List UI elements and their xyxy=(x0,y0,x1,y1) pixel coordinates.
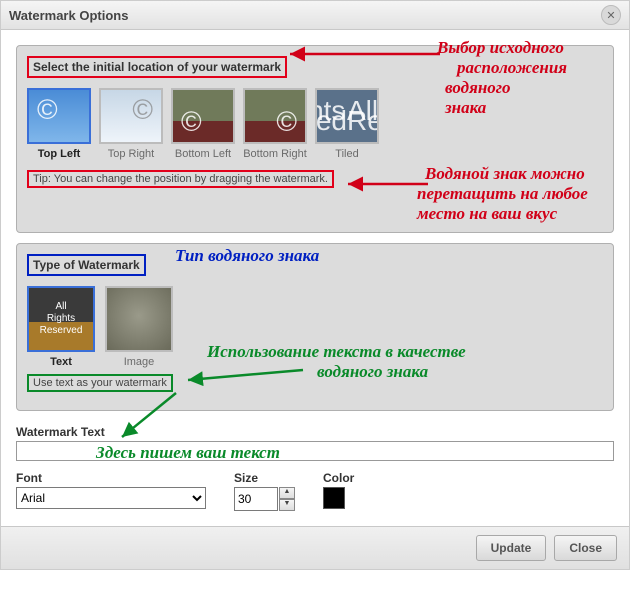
close-icon[interactable]: ✕ xyxy=(601,5,621,25)
thumbnail-image: All Rights Reserved xyxy=(27,286,95,352)
close-button[interactable]: Close xyxy=(554,535,617,561)
type-panel: Type of Watermark Тип водяного знака All… xyxy=(16,243,614,411)
chevron-up-icon[interactable]: ▲ xyxy=(279,487,295,499)
thumbnail-label: Bottom Right xyxy=(243,148,307,160)
size-stepper[interactable]: ▲▼ xyxy=(279,487,295,511)
location-option-top-right[interactable]: © Top Right xyxy=(99,88,163,160)
annotation-text: Выбор исходного xyxy=(437,38,564,58)
dialog-body: Select the initial location of your wate… xyxy=(1,30,629,526)
thumbnail-label: Tiled xyxy=(315,148,379,160)
font-select[interactable]: Arial xyxy=(16,487,206,509)
type-tip: Use text as your watermark xyxy=(27,374,173,392)
thumbnail-image: © xyxy=(171,88,235,144)
annotation-arrow xyxy=(285,44,445,66)
thumbnail-label: Top Left xyxy=(27,148,91,160)
dialog-footer: Update Close xyxy=(1,526,629,569)
type-thumbnails: All Rights Reserved Text Image xyxy=(27,286,603,368)
type-option-image[interactable]: Image xyxy=(105,286,173,368)
type-heading: Type of Watermark xyxy=(27,254,146,276)
watermark-text-label: Watermark Text xyxy=(16,425,614,439)
font-size-color-row: Font Arial Size ▲▼ Color xyxy=(16,471,614,511)
location-tip: Tip: You can change the position by drag… xyxy=(27,170,334,188)
location-option-bottom-left[interactable]: © Bottom Left xyxy=(171,88,235,160)
update-button[interactable]: Update xyxy=(476,535,547,561)
annotation-text: место на ваш вкус xyxy=(417,204,557,224)
annotation-text: расположения xyxy=(457,58,567,78)
location-heading: Select the initial location of your wate… xyxy=(27,56,287,78)
color-label: Color xyxy=(323,471,354,485)
thumbnail-label: Top Right xyxy=(99,148,163,160)
dialog-title: Watermark Options xyxy=(9,8,128,23)
size-label: Size xyxy=(234,471,295,485)
font-col: Font Arial xyxy=(16,471,206,511)
thumbnail-label: Text xyxy=(27,356,95,368)
watermark-text-row: Watermark Text Здесь пишем ваш текст xyxy=(16,425,614,461)
type-panel-wrap: Type of Watermark Тип водяного знака All… xyxy=(16,243,614,511)
thumbnail-image: © xyxy=(243,88,307,144)
size-col: Size ▲▼ xyxy=(234,471,295,511)
location-option-tiled[interactable]: All Rights Reserved All Rights Reserved … xyxy=(315,88,379,160)
thumbnail-image: © xyxy=(99,88,163,144)
type-option-text[interactable]: All Rights Reserved Text xyxy=(27,286,95,368)
location-option-bottom-right[interactable]: © Bottom Right xyxy=(243,88,307,160)
watermark-text-input[interactable] xyxy=(16,441,614,461)
thumbnail-image: All Rights Reserved All Rights Reserved … xyxy=(315,88,379,144)
location-option-top-left[interactable]: © Top Left xyxy=(27,88,91,160)
location-panel: Select the initial location of your wate… xyxy=(16,45,614,233)
color-swatch[interactable] xyxy=(323,487,345,509)
location-thumbnails: © Top Left © Top Right © Bottom Left © B… xyxy=(27,88,603,160)
annotation-text: Тип водяного знака xyxy=(175,246,319,266)
color-col: Color xyxy=(323,471,354,511)
watermark-options-dialog: Watermark Options ✕ Select the initial l… xyxy=(0,0,630,570)
thumbnail-label: Image xyxy=(105,356,173,368)
font-label: Font xyxy=(16,471,206,485)
thumbnail-image: © xyxy=(27,88,91,144)
location-tip-row: Tip: You can change the position by drag… xyxy=(27,170,603,188)
dialog-titlebar: Watermark Options ✕ xyxy=(1,1,629,30)
thumbnail-label: Bottom Left xyxy=(171,148,235,160)
thumbnail-image xyxy=(105,286,173,352)
size-input[interactable] xyxy=(234,487,278,511)
chevron-down-icon[interactable]: ▼ xyxy=(279,499,295,511)
type-tip-row: Use text as your watermark xyxy=(27,374,603,392)
